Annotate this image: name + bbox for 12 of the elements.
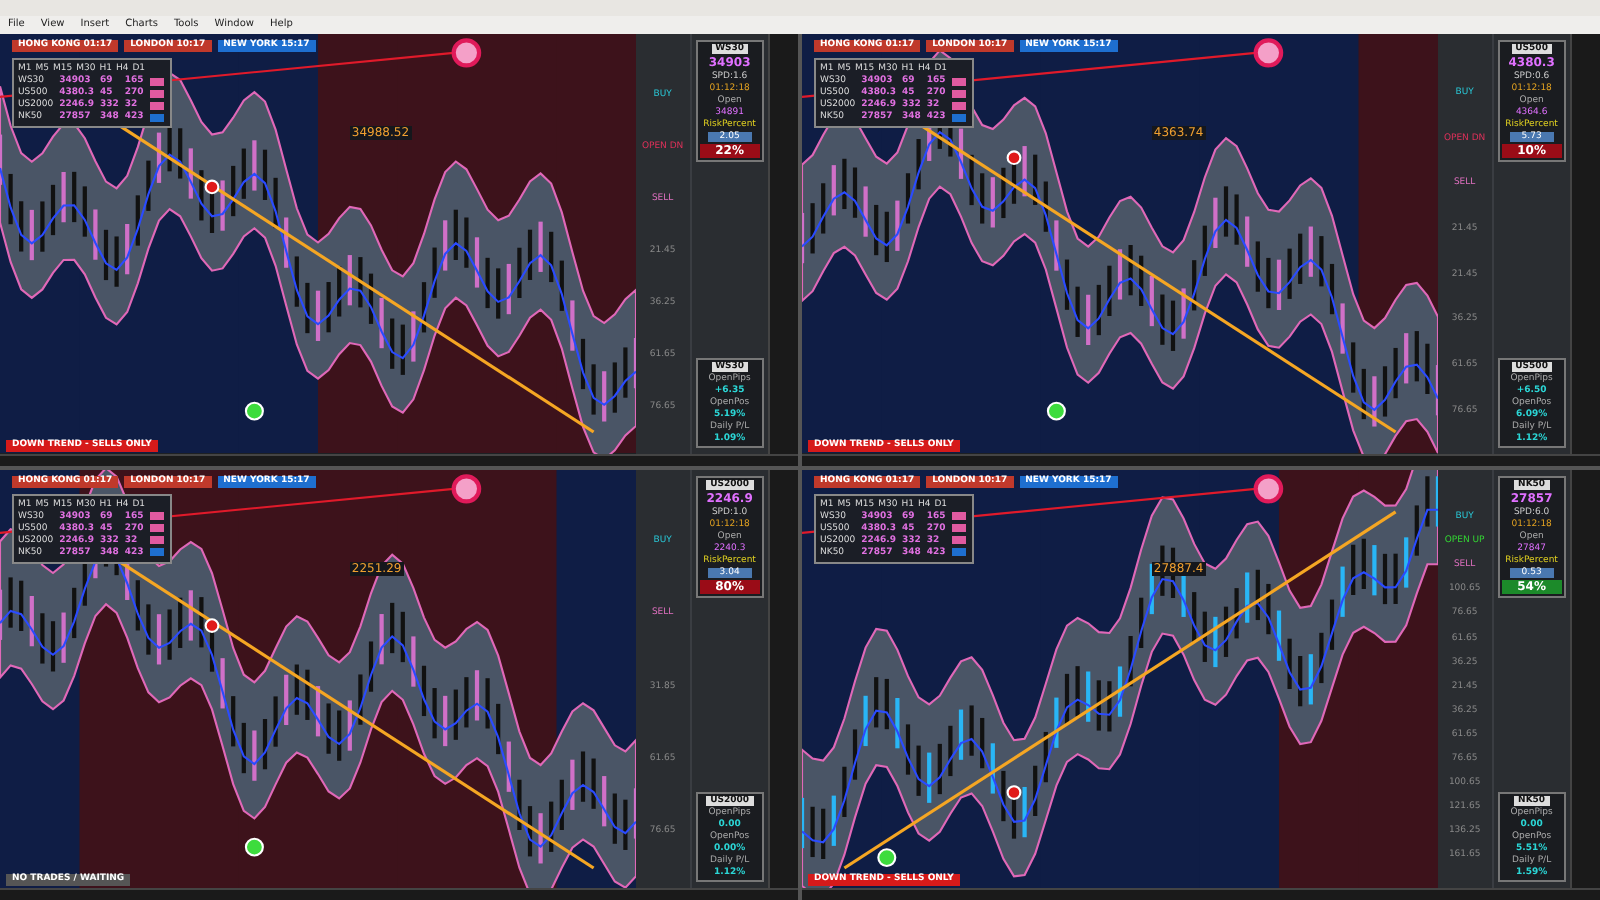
- high-marker: [451, 38, 482, 68]
- swing-marker: [1006, 150, 1022, 166]
- high-marker: [451, 473, 482, 503]
- swing-marker: [204, 617, 220, 632]
- swing-marker: [204, 179, 220, 195]
- high-marker: [1253, 473, 1284, 503]
- low-marker: [244, 836, 264, 856]
- swing-marker: [1006, 784, 1022, 799]
- low-marker: [1046, 401, 1066, 421]
- low-marker: [877, 847, 897, 866]
- low-marker: [244, 401, 264, 421]
- high-marker: [1253, 38, 1284, 68]
